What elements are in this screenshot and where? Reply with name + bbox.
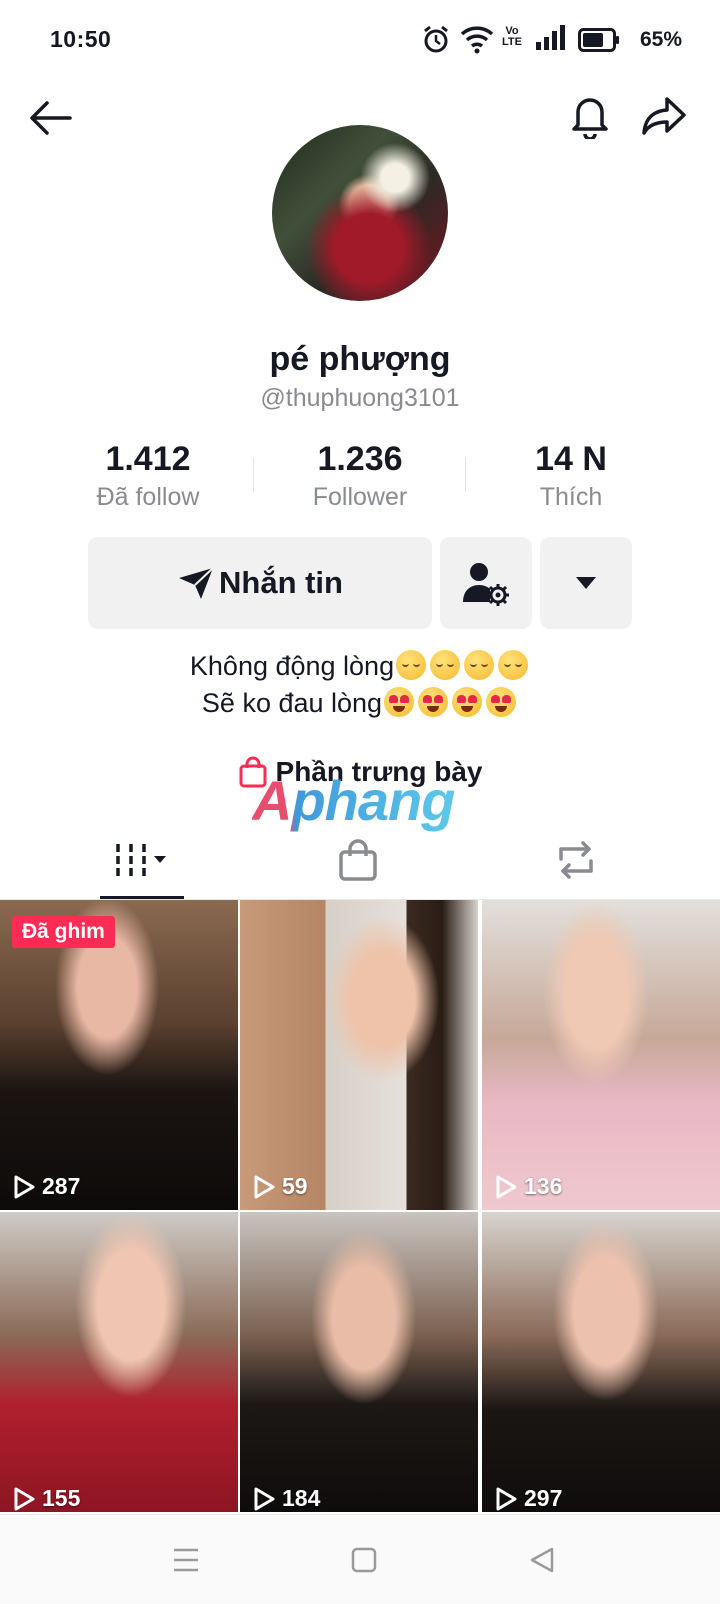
wifi-icon [460, 24, 494, 59]
username-handle: @thuphuong3101 [260, 384, 460, 412]
stat-followers[interactable]: 1.236 Follower [250, 440, 470, 512]
tab-videos[interactable] [42, 820, 242, 900]
send-icon [179, 567, 214, 599]
status-time: 10:50 [50, 26, 112, 52]
view-count: 155 [12, 1485, 80, 1512]
view-count-value: 184 [282, 1485, 321, 1511]
tab-showcase[interactable] [258, 820, 458, 900]
video-thumbnail[interactable]: 184 [240, 1212, 478, 1512]
tab-reposts[interactable] [476, 820, 676, 900]
bio-text: Sẽ ko đau lòng [201, 688, 383, 718]
message-button[interactable]: Nhắn tin [88, 537, 432, 629]
heart-eyes-icon [452, 687, 483, 717]
battery-icon [578, 28, 620, 57]
recent-apps-button[interactable] [156, 1535, 216, 1585]
stat-likes[interactable]: 14 N Thích [461, 440, 681, 512]
video-thumbnail[interactable]: 155 [0, 1212, 238, 1512]
video-thumbnail[interactable]: 59 [240, 900, 478, 1210]
status-bar: 10:50 Vo LTE 65% [0, 0, 720, 80]
repost-icon [559, 841, 593, 879]
view-count-value: 59 [282, 1173, 308, 1199]
pinned-badge: Đã ghim [12, 916, 115, 948]
alarm-icon [422, 24, 450, 59]
pensive-face-icon [498, 650, 529, 680]
video-grid-icon [116, 844, 166, 876]
view-count-value: 136 [524, 1173, 563, 1199]
play-icon [496, 1487, 517, 1510]
play-icon [496, 1175, 517, 1198]
following-count: 1.412 [105, 440, 191, 478]
video-thumbnail[interactable]: Đã ghim 287 [0, 900, 238, 1210]
view-count: 136 [494, 1173, 562, 1200]
play-icon [254, 1487, 275, 1510]
share-button[interactable] [636, 88, 692, 144]
shopping-bag-icon [339, 839, 377, 881]
back-button[interactable] [22, 90, 78, 146]
pensive-face-icon [464, 650, 495, 680]
followers-label: Follower [312, 483, 408, 511]
back-nav-button[interactable] [512, 1535, 572, 1585]
view-count-value: 287 [42, 1173, 81, 1199]
play-icon [14, 1175, 35, 1198]
video-thumbnail[interactable]: 136 [482, 900, 720, 1210]
stat-following[interactable]: 1.412 Đã follow [38, 440, 258, 512]
display-name: pé phượng [269, 340, 451, 378]
arrow-left-icon [30, 101, 72, 135]
user-settings-icon [463, 563, 509, 606]
likes-count: 14 N [535, 440, 607, 478]
view-count: 59 [252, 1173, 308, 1200]
view-count: 287 [12, 1173, 80, 1200]
bio-text: Không động lòng [189, 651, 395, 681]
followers-count: 1.236 [317, 440, 403, 478]
following-label: Đã follow [96, 483, 200, 511]
signal-icon [536, 24, 566, 57]
play-icon [14, 1487, 35, 1510]
menu-icon [174, 1548, 198, 1572]
view-count: 297 [494, 1485, 562, 1512]
bio-line-2: Sẽ ko đau lòng [0, 685, 720, 722]
video-grid: Đã ghim 287 59 136 155 184 297 [0, 900, 720, 1512]
view-count-value: 155 [42, 1485, 81, 1511]
more-options-dropdown[interactable] [540, 537, 632, 629]
message-button-label: Nhắn tin [219, 565, 343, 600]
system-navigation-bar [0, 1514, 720, 1604]
pensive-face-icon [430, 650, 461, 680]
play-icon [254, 1175, 275, 1198]
heart-eyes-icon [418, 687, 449, 717]
profile-bio: Không động lòng Sẽ ko đau lòng [0, 648, 720, 722]
profile-avatar[interactable] [272, 125, 448, 301]
view-count-value: 297 [524, 1485, 563, 1511]
share-arrow-icon [642, 97, 686, 135]
notification-bell-button[interactable] [562, 88, 618, 144]
likes-label: Thích [539, 483, 603, 511]
caret-down-icon [576, 577, 596, 589]
heart-eyes-icon [384, 687, 415, 717]
volte-icon: Vo LTE [502, 25, 522, 48]
manage-friendship-button[interactable] [440, 537, 532, 629]
square-icon [351, 1547, 377, 1573]
heart-eyes-icon [486, 687, 517, 717]
bell-icon [572, 98, 608, 139]
triangle-back-icon [530, 1547, 554, 1573]
battery-percentage: 65% [640, 28, 683, 51]
bio-line-1: Không động lòng [0, 648, 720, 685]
home-button[interactable] [334, 1535, 394, 1585]
pensive-face-icon [396, 650, 427, 680]
video-thumbnail[interactable]: 297 [482, 1212, 720, 1512]
view-count: 184 [252, 1485, 320, 1512]
